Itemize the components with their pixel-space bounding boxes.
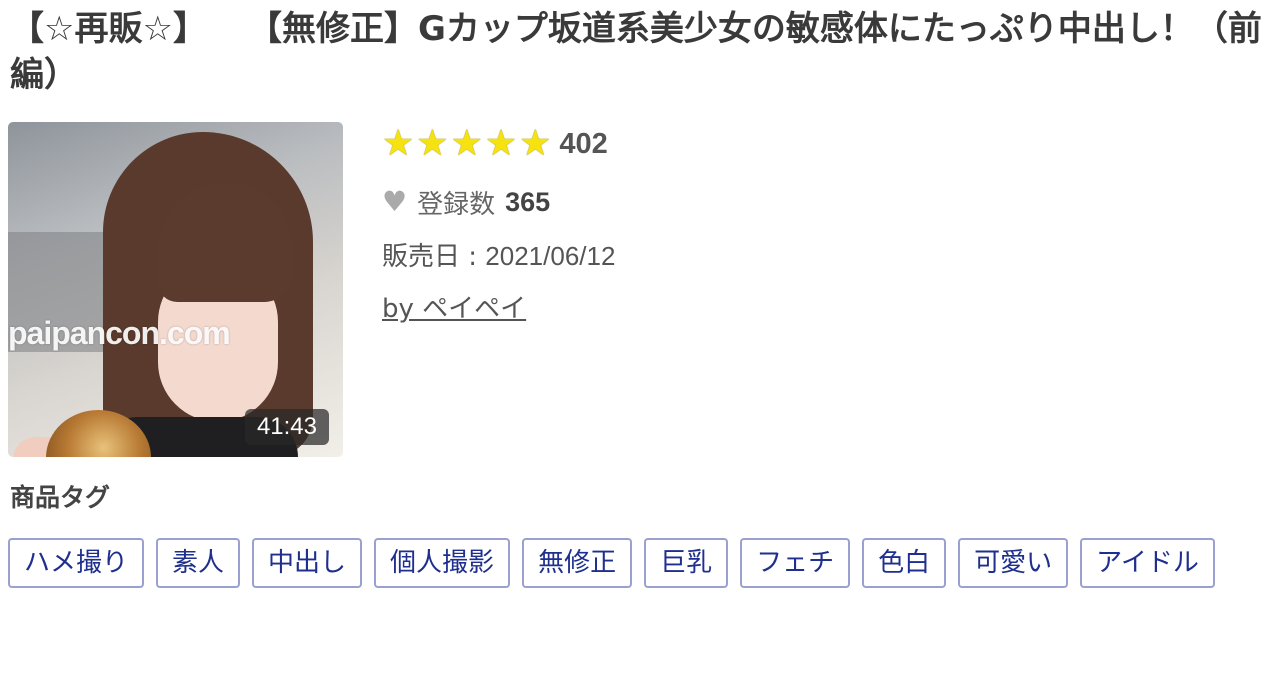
tags-heading: 商品タグ [10, 483, 111, 512]
duration-badge: 41:43 [244, 409, 329, 445]
star-icon: ★ [382, 123, 415, 164]
tag-item[interactable]: フェチ [740, 538, 851, 588]
star-icon: ★ [519, 123, 552, 164]
star-icon: ★ [484, 123, 518, 164]
rating-count: 402 [559, 127, 608, 160]
tag-item[interactable]: 個人撮影 [374, 538, 511, 588]
favorites-row[interactable]: ♥ 登録数 365 [382, 182, 615, 222]
release-date-value: 2021/06/12 [485, 241, 616, 271]
release-date-label: 販売日 : [382, 242, 486, 272]
star-icon: ★ [416, 123, 449, 164]
product-info: ★ ★ ★ ★ ★ 402 ♥ 登録数 365 販売日 : 2021/06/12… [382, 122, 615, 325]
favorites-label: 登録数 [417, 189, 496, 220]
author-link[interactable]: by ペイペイ [382, 288, 526, 325]
product-thumbnail[interactable]: paipancon.com 41:43 [8, 122, 343, 457]
tag-item[interactable]: ハメ撮り [8, 538, 145, 588]
tag-list: ハメ撮り 素人 中出し 個人撮影 無修正 巨乳 フェチ 色白 可愛い アイドル [8, 538, 1272, 602]
rating-row[interactable]: ★ ★ ★ ★ ★ 402 [382, 122, 615, 166]
thumbnail-watermark: paipancon.com [8, 315, 231, 351]
tag-item[interactable]: 色白 [862, 538, 947, 588]
product-title: 【☆再販☆】 【無修正】Gカップ坂道系美少女の敏感体にたっぷり中出し！（前編） [10, 6, 1272, 98]
star-icon: ★ [450, 123, 483, 164]
release-date: 販売日 : 2021/06/12 [382, 236, 615, 276]
tag-item[interactable]: 巨乳 [644, 538, 729, 588]
tag-item[interactable]: 中出し [252, 538, 363, 588]
tag-item[interactable]: 素人 [156, 538, 241, 588]
heart-icon[interactable]: ♥ [382, 188, 407, 216]
tag-item[interactable]: アイドル [1080, 538, 1215, 588]
title-prefix: 【☆再販☆】 [10, 9, 207, 49]
favorites-count: 365 [505, 186, 551, 217]
tag-item[interactable]: 無修正 [522, 538, 633, 588]
tag-item[interactable]: 可愛い [958, 538, 1069, 588]
